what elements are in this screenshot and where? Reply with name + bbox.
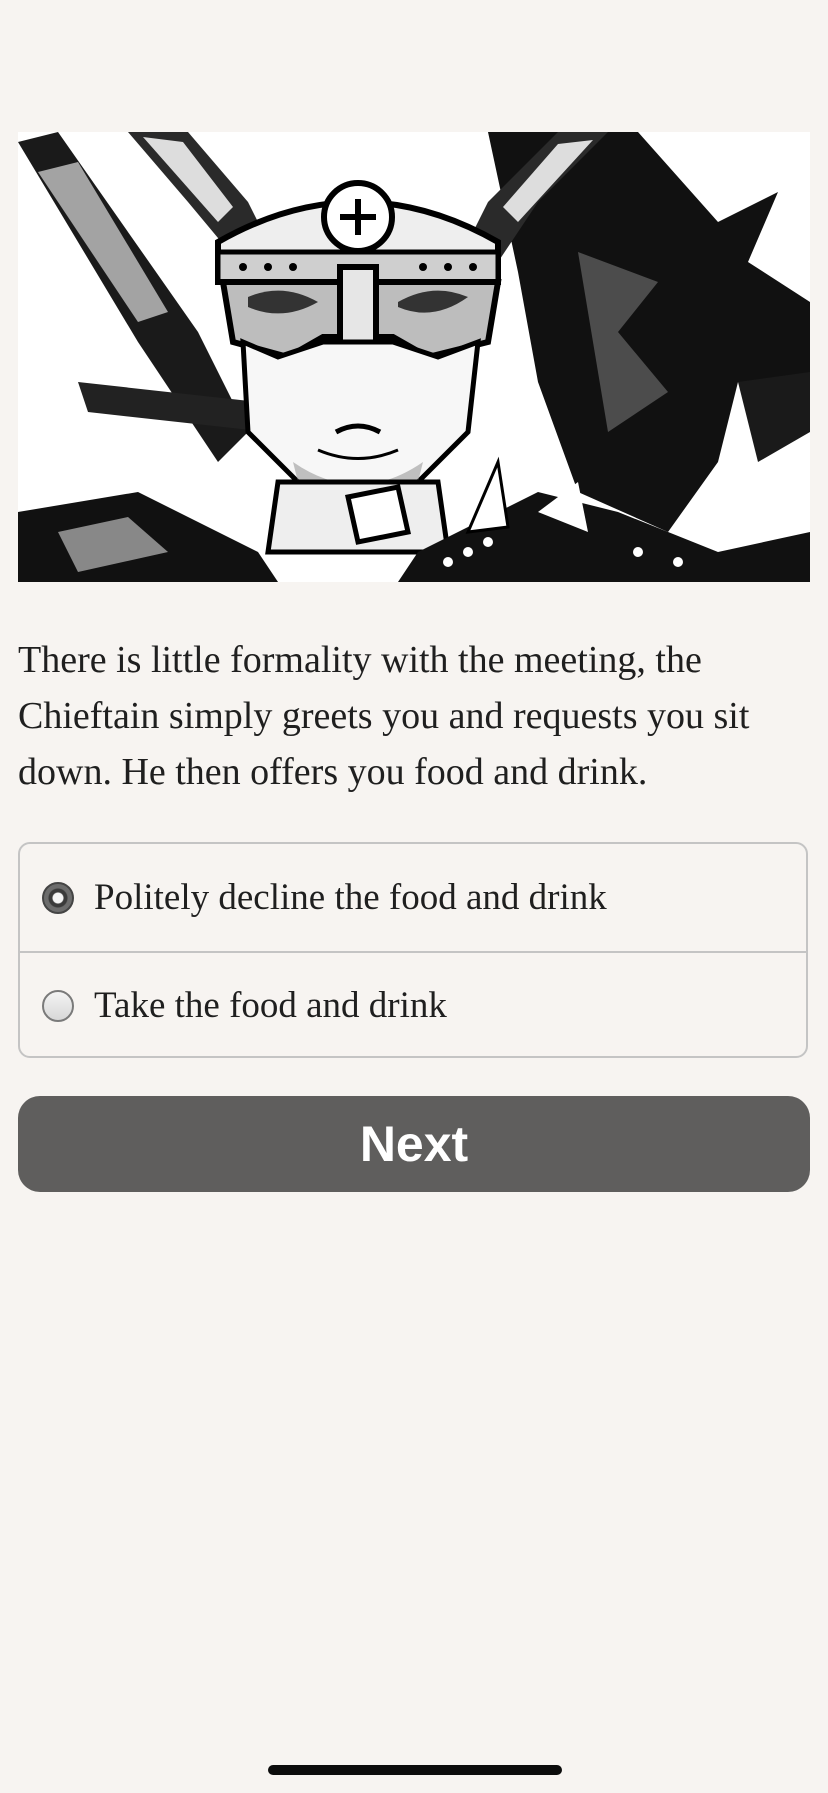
chieftain-drawing — [18, 132, 810, 582]
chieftain-illustration — [18, 132, 810, 582]
next-button[interactable]: Next — [18, 1096, 810, 1192]
choice-label: Politely decline the food and drink — [94, 877, 607, 918]
radio-unselected-icon[interactable] — [42, 989, 74, 1022]
choice-list: Politely decline the food and drink Take… — [18, 842, 808, 1058]
choice-take[interactable]: Take the food and drink — [20, 951, 806, 1056]
choice-decline[interactable]: Politely decline the food and drink — [20, 844, 806, 951]
story-text: There is little formality with the meeti… — [18, 639, 750, 793]
radio-selected-icon[interactable] — [42, 881, 74, 914]
choice-label: Take the food and drink — [94, 985, 447, 1026]
home-indicator — [268, 1765, 562, 1775]
